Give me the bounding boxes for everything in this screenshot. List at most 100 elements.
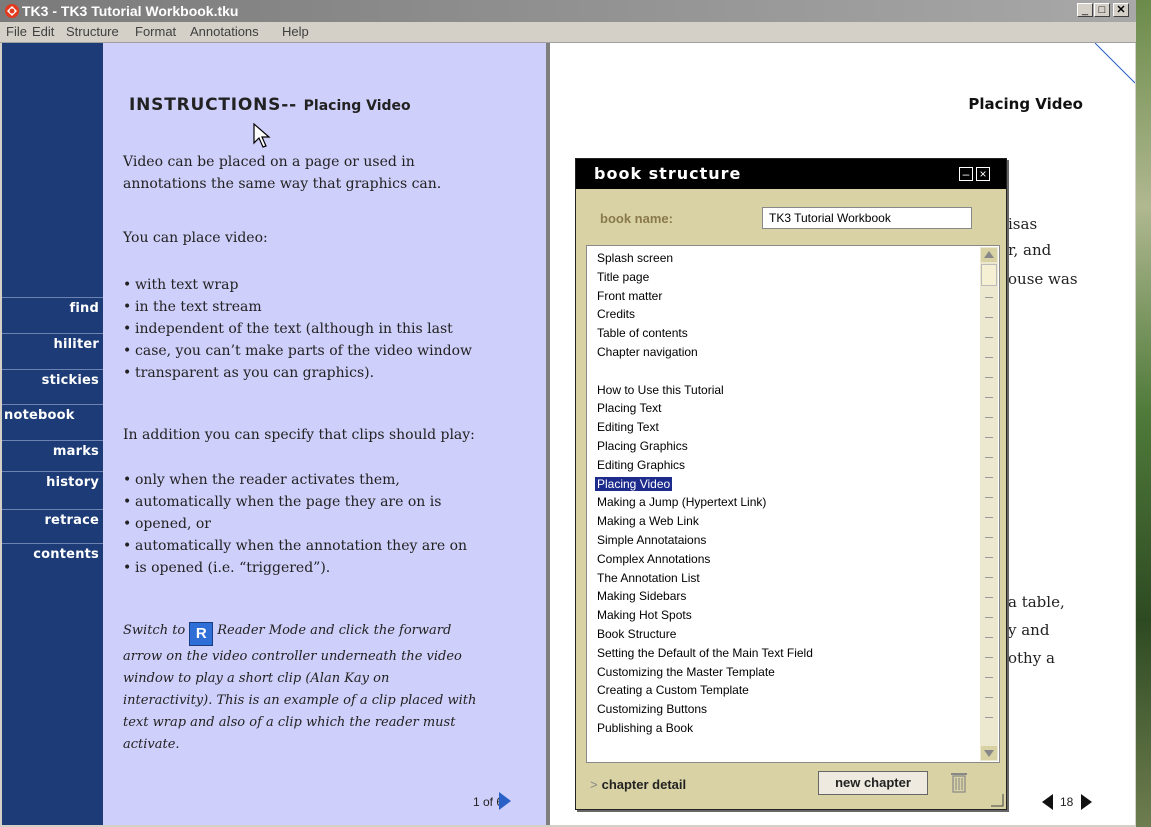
scroll-tick: [985, 477, 993, 478]
scroll-tick: [985, 417, 993, 418]
contents-button[interactable]: contents: [2, 543, 103, 565]
page-text-fragment: r, and: [1008, 241, 1052, 259]
menu-annotations[interactable]: Annotations: [190, 24, 259, 39]
menu-help[interactable]: Help: [282, 24, 309, 39]
previous-page-arrow-icon[interactable]: [1042, 794, 1053, 810]
scroll-tick: [985, 657, 993, 658]
paragraph-place-video: You can place video:: [123, 230, 268, 246]
chapter-item[interactable]: Chapter navigation: [597, 343, 977, 362]
mouse-cursor-icon: [253, 123, 271, 148]
chapter-detail-toggle[interactable]: > chapter detail: [590, 777, 686, 792]
list-item-text: transparent as you can graphics).: [135, 365, 375, 381]
page-text-fragment: a table,: [1008, 593, 1065, 611]
paragraph-line: window to play a short clip (Alan Kay on: [123, 671, 390, 686]
notebook-button[interactable]: notebook: [2, 404, 103, 426]
scroll-down-icon[interactable]: [981, 746, 997, 760]
disclosure-caret-icon: >: [590, 777, 598, 792]
chapter-item[interactable]: Making Hot Spots: [597, 606, 977, 625]
new-chapter-button[interactable]: new chapter: [818, 771, 928, 795]
page-corner-icon[interactable]: [1095, 43, 1135, 103]
chapter-item[interactable]: Publishing a Book: [597, 719, 977, 738]
chapter-item[interactable]: Table of contents: [597, 324, 977, 343]
menu-structure[interactable]: Structure: [66, 24, 119, 39]
book-name-field[interactable]: TK3 Tutorial Workbook: [762, 207, 972, 229]
find-button[interactable]: find: [2, 297, 103, 319]
scroll-tick: [985, 437, 993, 438]
stickies-button[interactable]: stickies: [2, 369, 103, 391]
page-text-fragment: ouse was: [1008, 270, 1078, 288]
chapter-list: Splash screen Title page Front matter Cr…: [595, 249, 977, 738]
chapter-item[interactable]: Simple Annotataions: [597, 531, 977, 550]
next-page-arrow-icon[interactable]: [499, 792, 511, 810]
chapter-item[interactable]: Placing Graphics: [597, 437, 977, 456]
history-button[interactable]: history: [2, 471, 103, 493]
menu-file[interactable]: File: [6, 24, 27, 39]
scroll-up-icon[interactable]: [981, 248, 997, 262]
list-item: with text wrap: [123, 274, 543, 296]
list-item: only when the reader activates them,: [123, 469, 543, 491]
chapter-detail-label: chapter detail: [601, 777, 687, 792]
chapter-item[interactable]: Making a Web Link: [597, 512, 977, 531]
paragraph-line: arrow on the video controller underneath…: [123, 649, 462, 664]
instructions-label: INSTRUCTIONS--: [129, 95, 297, 115]
retrace-button[interactable]: retrace: [2, 509, 103, 531]
paragraph-line: Video can be placed on a page or used in: [123, 154, 415, 170]
paragraph-line: Switch to R Reader Mode and click the forw…: [123, 620, 543, 646]
scroll-tick: [985, 337, 993, 338]
chapter-item[interactable]: Editing Graphics: [597, 456, 977, 475]
title-bar[interactable]: TK3 - TK3 Tutorial Workbook.tku _ □ ✕: [0, 0, 1136, 22]
menu-edit[interactable]: Edit: [32, 24, 54, 39]
chapter-item[interactable]: Title page: [597, 268, 977, 287]
scroll-tick: [985, 717, 993, 718]
left-page: INSTRUCTIONS-- Placing Video Video can b…: [103, 43, 546, 825]
book-structure-palette: book structure – × book name: TK3 Tutori…: [575, 158, 1007, 810]
chapter-item[interactable]: Customizing the Master Template: [597, 663, 977, 682]
marks-button[interactable]: marks: [2, 440, 103, 462]
palette-collapse-icon[interactable]: –: [959, 167, 973, 181]
scroll-tick: [985, 357, 993, 358]
chapter-item[interactable]: Editing Text: [597, 418, 977, 437]
hiliter-button[interactable]: hiliter: [2, 333, 103, 355]
next-page-arrow-icon[interactable]: [1081, 794, 1092, 810]
scroll-tick: [985, 537, 993, 538]
navigation-sidebar: find hiliter stickies notebook marks his…: [2, 43, 103, 825]
list-item-text: opened, or: [135, 516, 211, 532]
chapter-item-selected[interactable]: Placing Video: [595, 475, 977, 494]
chapter-item[interactable]: Front matter: [597, 287, 977, 306]
chapter-item[interactable]: The Annotation List: [597, 569, 977, 588]
chapter-item[interactable]: Splash screen: [597, 249, 977, 268]
chapter-list-box[interactable]: Splash screen Title page Front matter Cr…: [586, 245, 1000, 763]
reader-mode-icon[interactable]: R: [189, 622, 214, 646]
list-item-continued: opened, or: [123, 513, 543, 535]
scroll-tick: [985, 577, 993, 578]
resize-grip-icon[interactable]: [990, 793, 1004, 807]
page-number: 18: [1060, 795, 1074, 809]
maximize-button[interactable]: □: [1094, 3, 1110, 17]
chapter-item[interactable]: Credits: [597, 305, 977, 324]
chapter-item[interactable]: Making Sidebars: [597, 587, 977, 606]
chapter-item[interactable]: Setting the Default of the Main Text Fie…: [597, 644, 977, 663]
chapter-item[interactable]: Placing Text: [597, 399, 977, 418]
desktop-background: [1136, 0, 1151, 827]
chapter-item[interactable]: Book Structure: [597, 625, 977, 644]
scroll-thumb[interactable]: [981, 264, 997, 286]
palette-header[interactable]: book structure – ×: [576, 159, 1006, 189]
trash-icon[interactable]: [950, 771, 968, 793]
app-window: TK3 - TK3 Tutorial Workbook.tku _ □ ✕ Fi…: [0, 0, 1136, 827]
chapter-item[interactable]: Making a Jump (Hypertext Link): [597, 493, 977, 512]
chapter-item[interactable]: Complex Annotations: [597, 550, 977, 569]
chapter-item[interactable]: Customizing Buttons: [597, 700, 977, 719]
chapter-item[interactable]: Creating a Custom Template: [597, 681, 977, 700]
palette-title: book structure: [594, 164, 742, 183]
minimize-button[interactable]: _: [1077, 3, 1093, 17]
menu-format[interactable]: Format: [135, 24, 176, 39]
list-item: automatically when the annotation they a…: [123, 535, 543, 557]
scroll-tick: [985, 397, 993, 398]
list-item-text: is opened (i.e. “triggered”).: [135, 560, 331, 576]
list-item: in the text stream: [123, 296, 543, 318]
close-button[interactable]: ✕: [1113, 3, 1129, 17]
chapter-item[interactable]: How to Use this Tutorial: [597, 381, 977, 400]
palette-close-icon[interactable]: ×: [976, 167, 990, 181]
book-name-label: book name:: [600, 211, 673, 226]
chapter-list-scrollbar[interactable]: [980, 247, 998, 761]
